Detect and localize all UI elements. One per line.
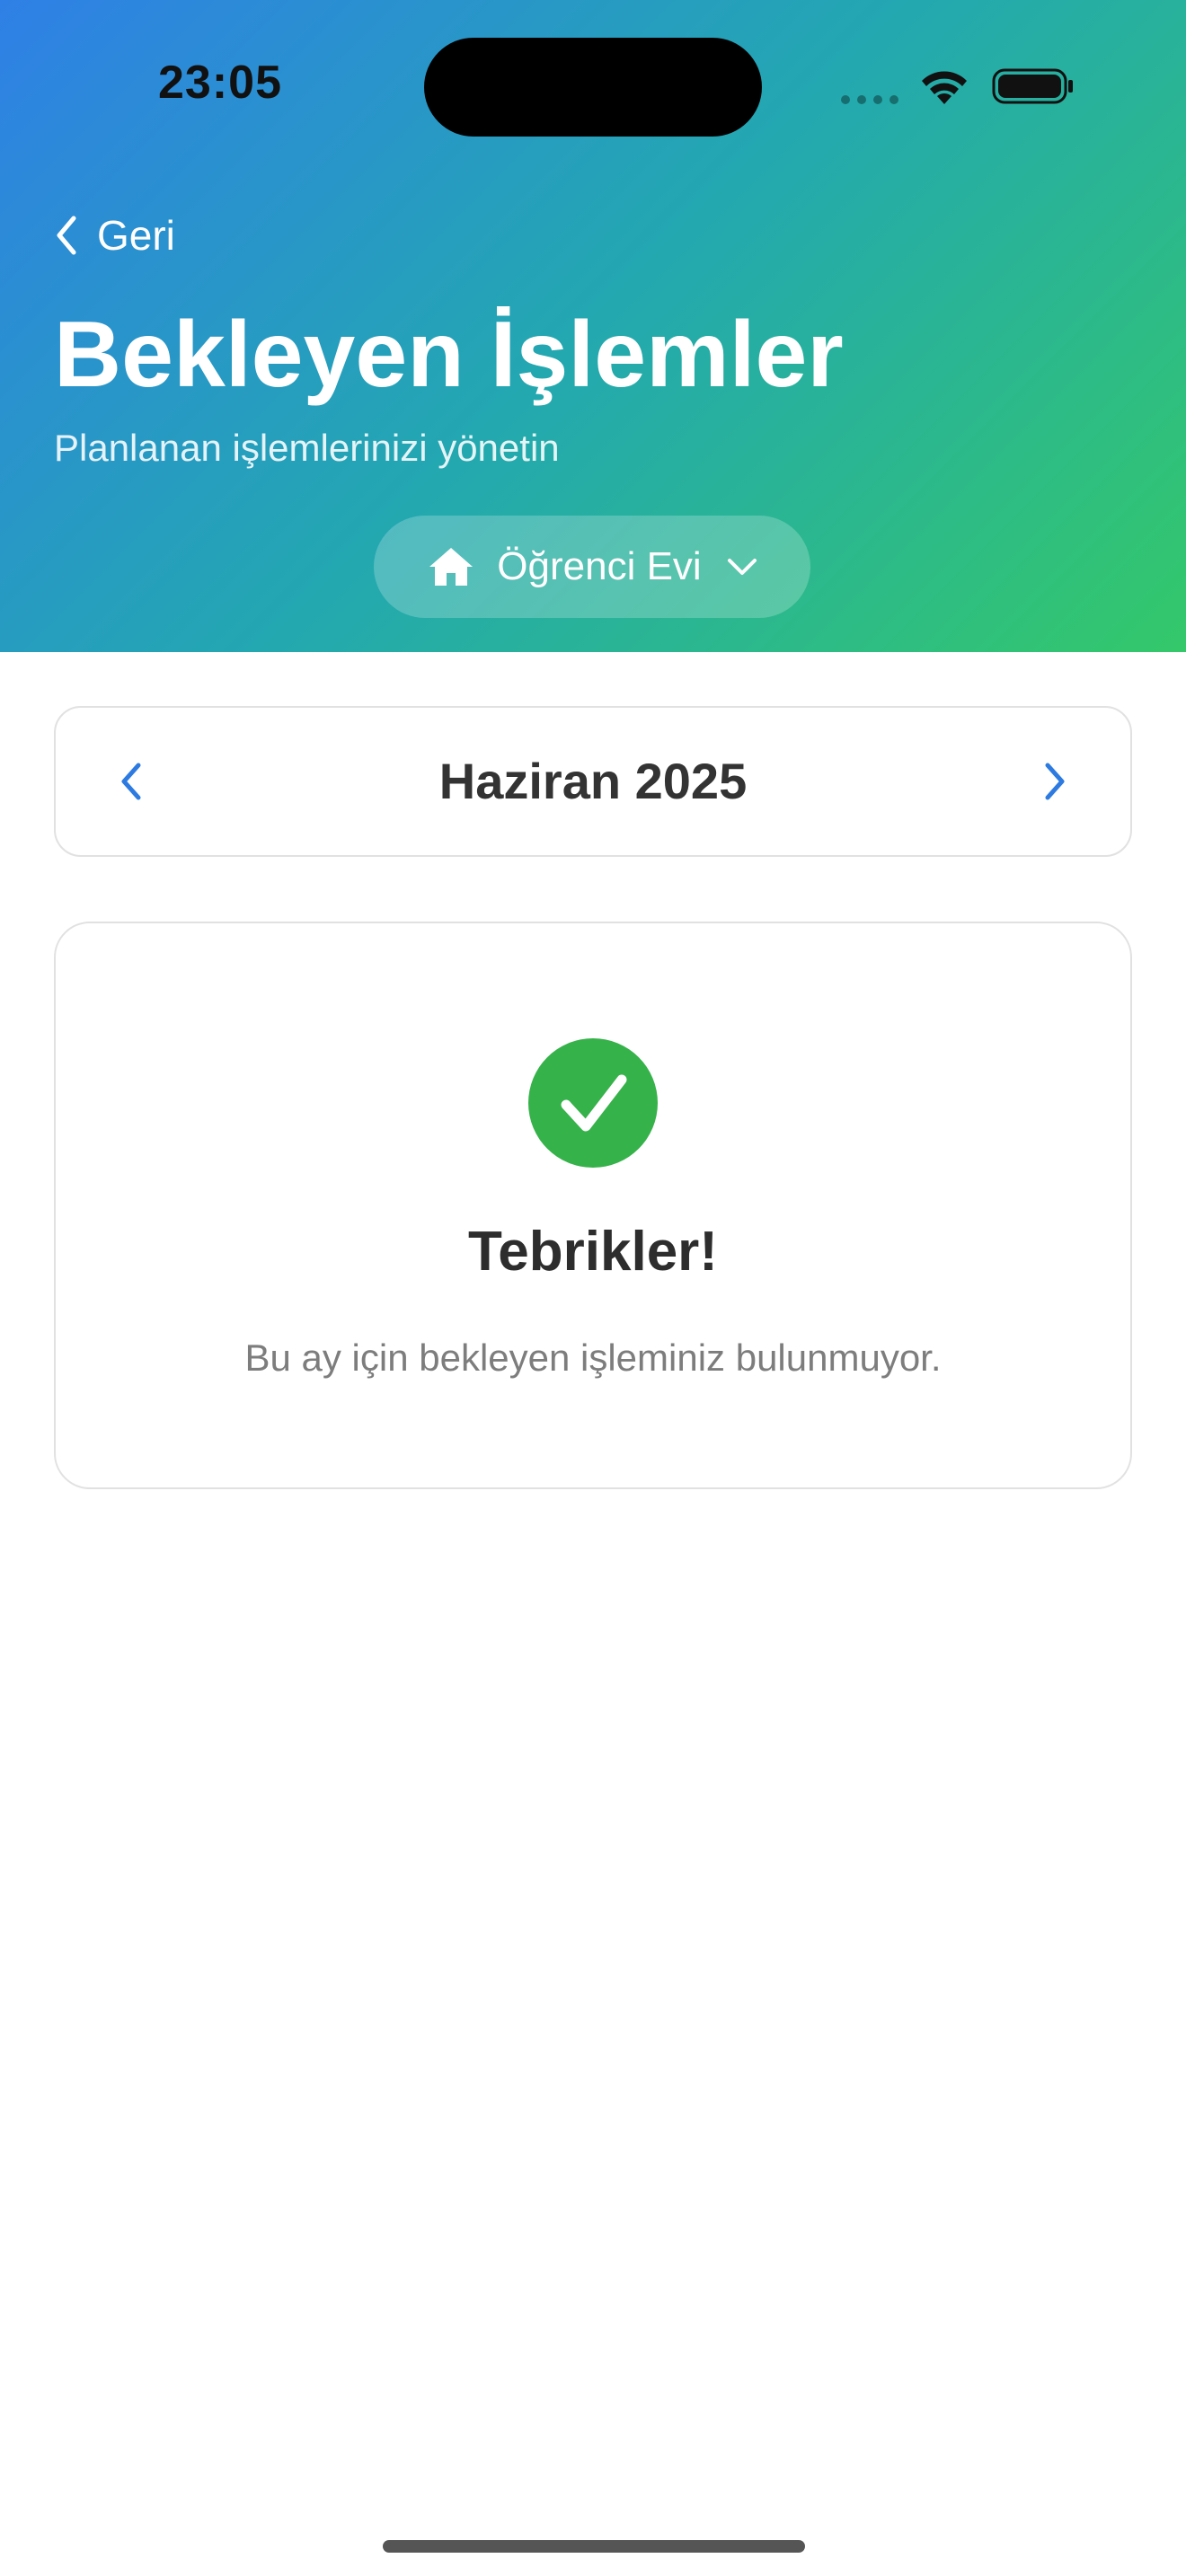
battery-icon xyxy=(992,68,1073,104)
header-banner: 23:05 Geri Bekleyen İşlemler Planlanan i… xyxy=(0,0,1186,652)
checkmark-circle-icon xyxy=(528,1038,658,1168)
current-month-label: Haziran 2025 xyxy=(438,753,748,809)
back-label: Geri xyxy=(97,212,175,259)
previous-month-button[interactable] xyxy=(97,747,165,816)
page-title: Bekleyen İşlemler xyxy=(54,303,844,407)
status-time: 23:05 xyxy=(158,57,282,109)
back-button[interactable]: Geri xyxy=(54,208,175,262)
chevron-left-icon xyxy=(57,216,76,255)
empty-state-card: Tebrikler! Bu ay için bekleyen işleminiz… xyxy=(54,922,1132,1489)
cellular-signal-icon xyxy=(841,95,900,104)
page-subtitle: Planlanan işlemlerinizi yönetin xyxy=(54,427,560,469)
wifi-icon xyxy=(922,71,967,104)
dynamic-island xyxy=(424,38,762,137)
house-icon xyxy=(429,548,474,586)
empty-state-message: Bu ay için bekleyen işleminiz bulunmuyor… xyxy=(244,1337,942,1379)
home-selector-dropdown[interactable]: Öğrenci Evi xyxy=(374,516,810,618)
home-indicator[interactable] xyxy=(383,2540,805,2553)
chevron-down-icon xyxy=(727,559,757,575)
month-navigator: Haziran 2025 xyxy=(54,706,1132,857)
chevron-right-icon xyxy=(1045,763,1065,800)
empty-state-title: Tebrikler! xyxy=(468,1221,718,1283)
home-selector-label: Öğrenci Evi xyxy=(497,544,702,588)
chevron-left-icon xyxy=(121,763,141,800)
next-month-button[interactable] xyxy=(1021,747,1089,816)
